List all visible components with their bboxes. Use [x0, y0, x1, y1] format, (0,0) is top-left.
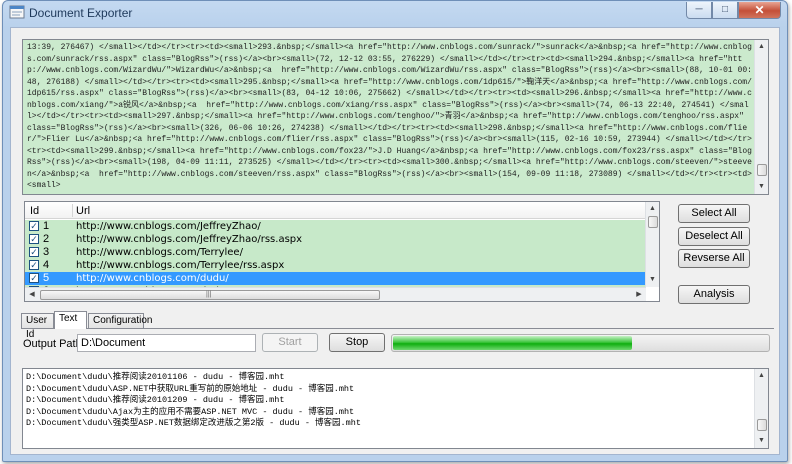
scroll-thumb[interactable]: [757, 419, 767, 431]
tab-configuration[interactable]: Configuration: [88, 313, 152, 328]
html-source-textbox[interactable]: 13:39, 276467) </small></td></tr><tr><td…: [22, 39, 769, 195]
row-checkbox[interactable]: ✓: [29, 273, 39, 283]
row-checkbox[interactable]: ✓: [29, 234, 39, 244]
row-id: 5: [43, 272, 50, 284]
html-source-text: 13:39, 276467) </small></td></tr><tr><td…: [27, 43, 752, 190]
log-lines: D:\Document\dudu\推荐阅读20101106 - dudu - 博…: [26, 372, 751, 430]
scroll-thumb[interactable]: [648, 216, 658, 228]
scroll-down-icon[interactable]: ▼: [755, 434, 768, 448]
row-id: 2: [43, 233, 50, 245]
progress-fill: [393, 336, 633, 350]
table-row[interactable]: ✓ 2 http://www.cnblogs.com/JeffreyZhao/rss…: [25, 233, 646, 246]
scroll-right-icon[interactable]: ▶: [632, 288, 646, 301]
row-url: http://www.cnblogs.com/dudu/: [76, 273, 229, 284]
tab-text[interactable]: Text: [54, 311, 87, 329]
grid-vertical-scrollbar[interactable]: ▲ ▼: [645, 202, 659, 287]
analysis-button[interactable]: Analysis: [678, 285, 750, 304]
grip-icon: |||: [206, 291, 212, 298]
window-title: Document Exporter: [29, 6, 133, 20]
maximize-button[interactable]: □: [712, 2, 738, 19]
log-line: D:\Document\dudu\ASP.NET中获取URL重写前的原始地址 -…: [26, 383, 355, 394]
html-vertical-scrollbar[interactable]: ▲ ▼: [754, 40, 768, 194]
select-all-button[interactable]: Select All: [678, 204, 750, 223]
close-button[interactable]: ✕: [738, 2, 781, 19]
table-row[interactable]: ✓ 5 http://www.cnblogs.com/dudu/: [25, 272, 646, 285]
log-vertical-scrollbar[interactable]: ▲ ▼: [754, 369, 768, 448]
table-row[interactable]: ✓ 1 http://www.cnblogs.com/JeffreyZhao/: [25, 220, 646, 233]
log-line: D:\Document\dudu\推荐阅读20101209 - dudu - 博…: [26, 395, 285, 406]
scroll-up-icon[interactable]: ▲: [755, 369, 768, 383]
grid-horizontal-scrollbar[interactable]: ◀ ||| ▶: [25, 287, 646, 301]
grid-header: Id Url: [25, 202, 646, 219]
minimize-button[interactable]: ─: [686, 2, 712, 19]
output-path-input[interactable]: D:\Document: [77, 334, 256, 352]
row-url: http://www.cnblogs.com/Terrylee/: [76, 247, 243, 258]
reverse-all-button[interactable]: Revserse All: [678, 249, 750, 268]
row-id: 3: [43, 246, 50, 258]
column-separator: [72, 204, 73, 217]
scroll-up-icon[interactable]: ▲: [755, 40, 768, 54]
document-icon: [9, 5, 25, 19]
scroll-up-icon[interactable]: ▲: [646, 202, 659, 216]
start-button[interactable]: Start: [262, 333, 318, 352]
row-url: http://www.cnblogs.com/Terrylee/rss.aspx: [76, 260, 285, 271]
table-row[interactable]: ✓ 3 http://www.cnblogs.com/Terrylee/: [25, 246, 646, 259]
client-area: 13:39, 276467) </small></td></tr><tr><td…: [10, 27, 780, 455]
export-progress-bar: [391, 334, 770, 352]
scroll-left-icon[interactable]: ◀: [25, 288, 39, 301]
log-line: D:\Document\dudu\Ajax为主的应用不需要ASP.NET MVC…: [26, 406, 355, 417]
app-window: Document Exporter ─ □ ✕ 13:39, 276467) <…: [2, 0, 788, 462]
column-header-url[interactable]: Url: [76, 205, 90, 217]
row-id: 4: [43, 259, 50, 271]
log-line: D:\Document\dudu\强类型ASP.NET数据绑定改进版之第2版 -…: [26, 418, 361, 429]
log-line: D:\Document\dudu\推荐阅读20101106 - dudu - 博…: [26, 372, 285, 382]
row-url: http://www.cnblogs.com/JeffreyZhao/: [76, 221, 261, 232]
scroll-thumb[interactable]: |||: [40, 290, 380, 300]
column-header-id[interactable]: Id: [30, 205, 39, 217]
row-id: 1: [43, 220, 50, 232]
export-log[interactable]: D:\Document\dudu\推荐阅读20101106 - dudu - 博…: [22, 368, 769, 449]
url-grid[interactable]: Id Url ✓ 1 http://www.cnblogs.com/JeffreyZ…: [24, 201, 660, 302]
row-checkbox[interactable]: ✓: [29, 260, 39, 270]
row-url: http://www.cnblogs.com/JeffreyZhao/rss.a…: [76, 234, 303, 245]
output-path-label: Output Path:: [23, 338, 85, 350]
row-checkbox[interactable]: ✓: [29, 247, 39, 257]
tab-user-id[interactable]: User Id: [21, 313, 54, 340]
scroll-down-icon[interactable]: ▼: [646, 273, 659, 287]
title-bar[interactable]: Document Exporter ─ □ ✕: [3, 1, 787, 25]
scroll-thumb[interactable]: [757, 164, 767, 176]
scroll-down-icon[interactable]: ▼: [755, 180, 768, 194]
row-checkbox[interactable]: ✓: [29, 221, 39, 231]
deselect-all-button[interactable]: Deselect All: [678, 227, 750, 246]
stop-button[interactable]: Stop: [329, 333, 385, 352]
table-row[interactable]: ✓ 4 http://www.cnblogs.com/Terrylee/rss.as…: [25, 259, 646, 272]
